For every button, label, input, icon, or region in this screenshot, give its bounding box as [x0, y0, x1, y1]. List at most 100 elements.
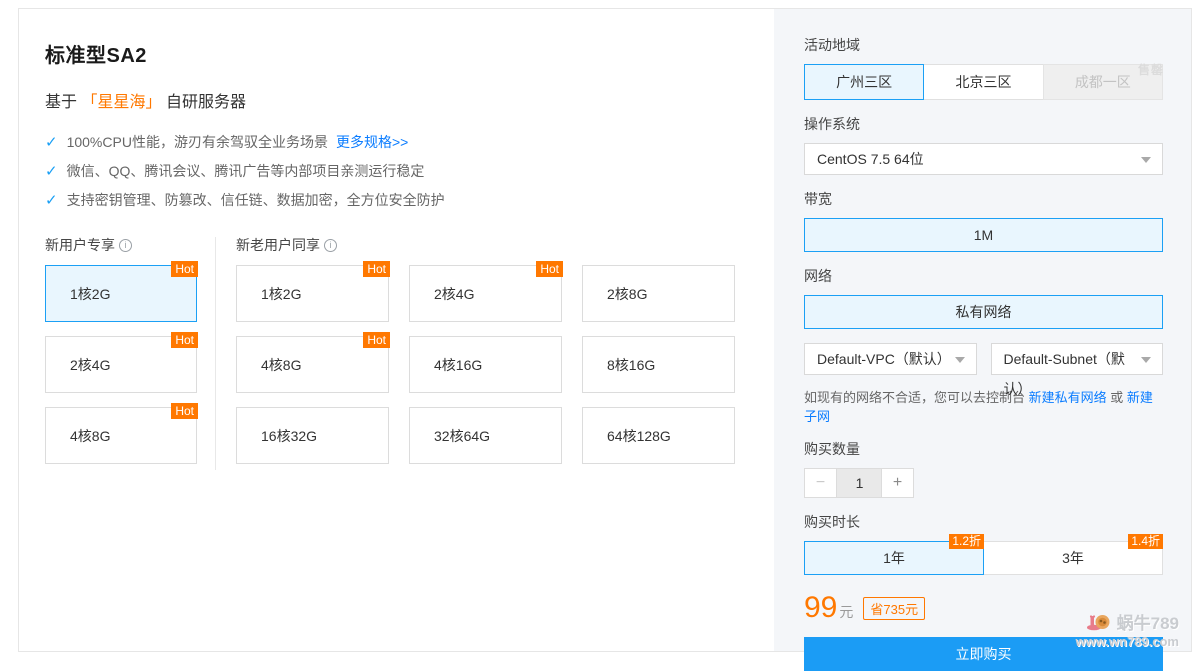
region-tab-label: 北京三区: [955, 74, 1011, 90]
group-new-users: 新用户专享 i Hot 1核2G Hot 2核4G Hot 4核8G: [45, 235, 197, 478]
group-label: 新老用户同享 i: [236, 235, 735, 255]
network-note: 如现有的网络不合适，您可以去控制台 新建私有网络 或 新建子网: [804, 387, 1163, 425]
vpc-row: Default-VPC（默认） Default-Subnet（默认）: [804, 343, 1163, 375]
buy-now-button[interactable]: 立即购买: [804, 637, 1163, 671]
quantity-section: 购买数量 − 1 +: [804, 439, 1163, 498]
feature-text: 100%CPU性能，游刃有余驾驭全业务场景: [67, 128, 328, 157]
purchase-card: 标准型SA2 基于 「星星海」 自研服务器 ✓ 100%CPU性能，游刃有余驾驭…: [18, 8, 1192, 652]
more-specs-link[interactable]: 更多规格>>: [336, 128, 408, 157]
duration-section: 购买时长 1.2折 1年 1.4折 3年: [804, 512, 1163, 575]
bandwidth-label: 带宽: [804, 189, 1163, 209]
spec-grid: Hot 1核2G Hot 2核4G 2核8G Hot 4核8G: [236, 265, 735, 464]
vpc-select[interactable]: Default-VPC（默认）: [804, 343, 977, 375]
config-panel: 活动地域 广州三区 北京三区 售罄 成都一区 操作系统 CentOS 7.5 6…: [774, 9, 1191, 651]
bandwidth-section: 带宽 1M: [804, 189, 1163, 252]
feature-item: ✓ 微信、QQ、腾讯会议、腾讯广告等内部项目亲测运行稳定: [45, 157, 756, 186]
os-label: 操作系统: [804, 114, 1163, 134]
feature-item: ✓ 100%CPU性能，游刃有余驾驭全业务场景 更多规格>>: [45, 128, 756, 157]
region-label: 活动地域: [804, 35, 1163, 55]
region-tab-label: 广州三区: [836, 74, 892, 90]
group-divider: [215, 237, 216, 470]
check-icon: ✓: [45, 157, 58, 186]
discount-badge: 1.4折: [1128, 534, 1163, 549]
minus-icon: −: [816, 474, 825, 491]
region-tab-guangzhou[interactable]: 广州三区: [804, 64, 924, 100]
feature-list: ✓ 100%CPU性能，游刃有余驾驭全业务场景 更多规格>> ✓ 微信、QQ、腾…: [45, 128, 756, 215]
price-row: 99 元 省735元: [804, 591, 1163, 625]
spec-card-label: 1核2G: [261, 284, 301, 304]
spec-card-label: 2核8G: [607, 284, 647, 304]
duration-3year[interactable]: 1.4折 3年: [983, 541, 1163, 575]
spec-card-label: 2核4G: [434, 284, 474, 304]
spec-card-4c16g[interactable]: 4核16G: [409, 336, 562, 393]
subtitle-prefix: 基于: [45, 94, 77, 111]
feature-text: 支持密钥管理、防篡改、信任链、数据加密，全方位安全防护: [67, 186, 445, 215]
hot-badge: Hot: [363, 261, 390, 277]
spec-card-2c8g[interactable]: 2核8G: [582, 265, 735, 322]
spec-card-1c2g-new[interactable]: Hot 1核2G: [45, 265, 197, 322]
duration-option-label: 1年: [883, 550, 905, 566]
region-tab-chengdu[interactable]: 售罄 成都一区: [1043, 64, 1163, 100]
chevron-down-icon: [1141, 157, 1151, 163]
price-unit: 元: [839, 602, 853, 622]
hot-badge: Hot: [171, 403, 198, 419]
spec-card-32c64g[interactable]: 32核64G: [409, 407, 562, 464]
subnet-select[interactable]: Default-Subnet（默认）: [991, 343, 1164, 375]
spec-card-4c8g[interactable]: Hot 4核8G: [236, 336, 389, 393]
os-select[interactable]: CentOS 7.5 64位: [804, 143, 1163, 175]
os-select-value: CentOS 7.5 64位: [817, 151, 924, 167]
info-icon: i: [324, 239, 337, 252]
hot-badge: Hot: [171, 261, 198, 277]
quantity-value: 1: [837, 468, 882, 498]
hot-badge: Hot: [536, 261, 563, 277]
price-amount: 99: [804, 591, 837, 625]
quantity-label: 购买数量: [804, 439, 1163, 459]
region-tab-beijing[interactable]: 北京三区: [923, 64, 1043, 100]
group-label: 新用户专享 i: [45, 235, 197, 255]
spec-card-label: 4核8G: [70, 426, 110, 446]
spec-card-label: 4核16G: [434, 355, 482, 375]
bandwidth-option[interactable]: 1M: [804, 218, 1163, 252]
feature-text: 微信、QQ、腾讯会议、腾讯广告等内部项目亲测运行稳定: [67, 157, 425, 186]
os-section: 操作系统 CentOS 7.5 64位: [804, 114, 1163, 175]
duration-option-label: 3年: [1062, 550, 1084, 566]
region-tab-label: 成都一区: [1075, 74, 1131, 90]
quantity-plus-button[interactable]: +: [881, 468, 914, 498]
group-label-text: 新用户专享: [45, 235, 115, 255]
spec-card-label: 1核2G: [70, 284, 110, 304]
chevron-down-icon: [955, 357, 965, 363]
network-option[interactable]: 私有网络: [804, 295, 1163, 329]
quantity-minus-button[interactable]: −: [804, 468, 837, 498]
spec-card-label: 2核4G: [70, 355, 110, 375]
spec-card-8c16g[interactable]: 8核16G: [582, 336, 735, 393]
network-label: 网络: [804, 266, 1163, 286]
spec-card-1c2g[interactable]: Hot 1核2G: [236, 265, 389, 322]
hot-badge: Hot: [171, 332, 198, 348]
group-all-users: 新老用户同享 i Hot 1核2G Hot 2核4G 2核8G: [236, 235, 735, 478]
spec-card-64c128g[interactable]: 64核128G: [582, 407, 735, 464]
quantity-stepper: − 1 +: [804, 468, 1163, 498]
duration-1year[interactable]: 1.2折 1年: [804, 541, 984, 575]
soldout-badge: 售罄: [1138, 53, 1164, 87]
spec-card-16c32g[interactable]: 16核32G: [236, 407, 389, 464]
product-subtitle: 基于 「星星海」 自研服务器: [45, 88, 756, 112]
plus-icon: +: [893, 474, 902, 491]
spec-card-2c4g[interactable]: Hot 2核4G: [409, 265, 562, 322]
subtitle-suffix: 自研服务器: [166, 94, 246, 111]
vpc-select-value: Default-VPC（默认）: [817, 351, 951, 367]
create-vpc-link[interactable]: 新建私有网络: [1029, 390, 1107, 405]
note-text: 如现有的网络不合适，您可以去控制台: [804, 390, 1025, 405]
subtitle-highlight: 「星星海」: [81, 94, 161, 111]
spec-card-label: 16核32G: [261, 426, 317, 446]
duration-options: 1.2折 1年 1.4折 3年: [804, 541, 1163, 575]
check-icon: ✓: [45, 128, 58, 157]
savings-badge: 省735元: [863, 597, 925, 620]
network-section: 网络 私有网络: [804, 266, 1163, 329]
spec-card-2c4g-new[interactable]: Hot 2核4G: [45, 336, 197, 393]
region-section: 活动地域 广州三区 北京三区 售罄 成都一区: [804, 35, 1163, 100]
group-label-text: 新老用户同享: [236, 235, 320, 255]
product-panel: 标准型SA2 基于 「星星海」 自研服务器 ✓ 100%CPU性能，游刃有余驾驭…: [19, 9, 774, 651]
duration-label: 购买时长: [804, 512, 1163, 532]
page-title: 标准型SA2: [45, 39, 756, 68]
spec-card-4c8g-new[interactable]: Hot 4核8G: [45, 407, 197, 464]
